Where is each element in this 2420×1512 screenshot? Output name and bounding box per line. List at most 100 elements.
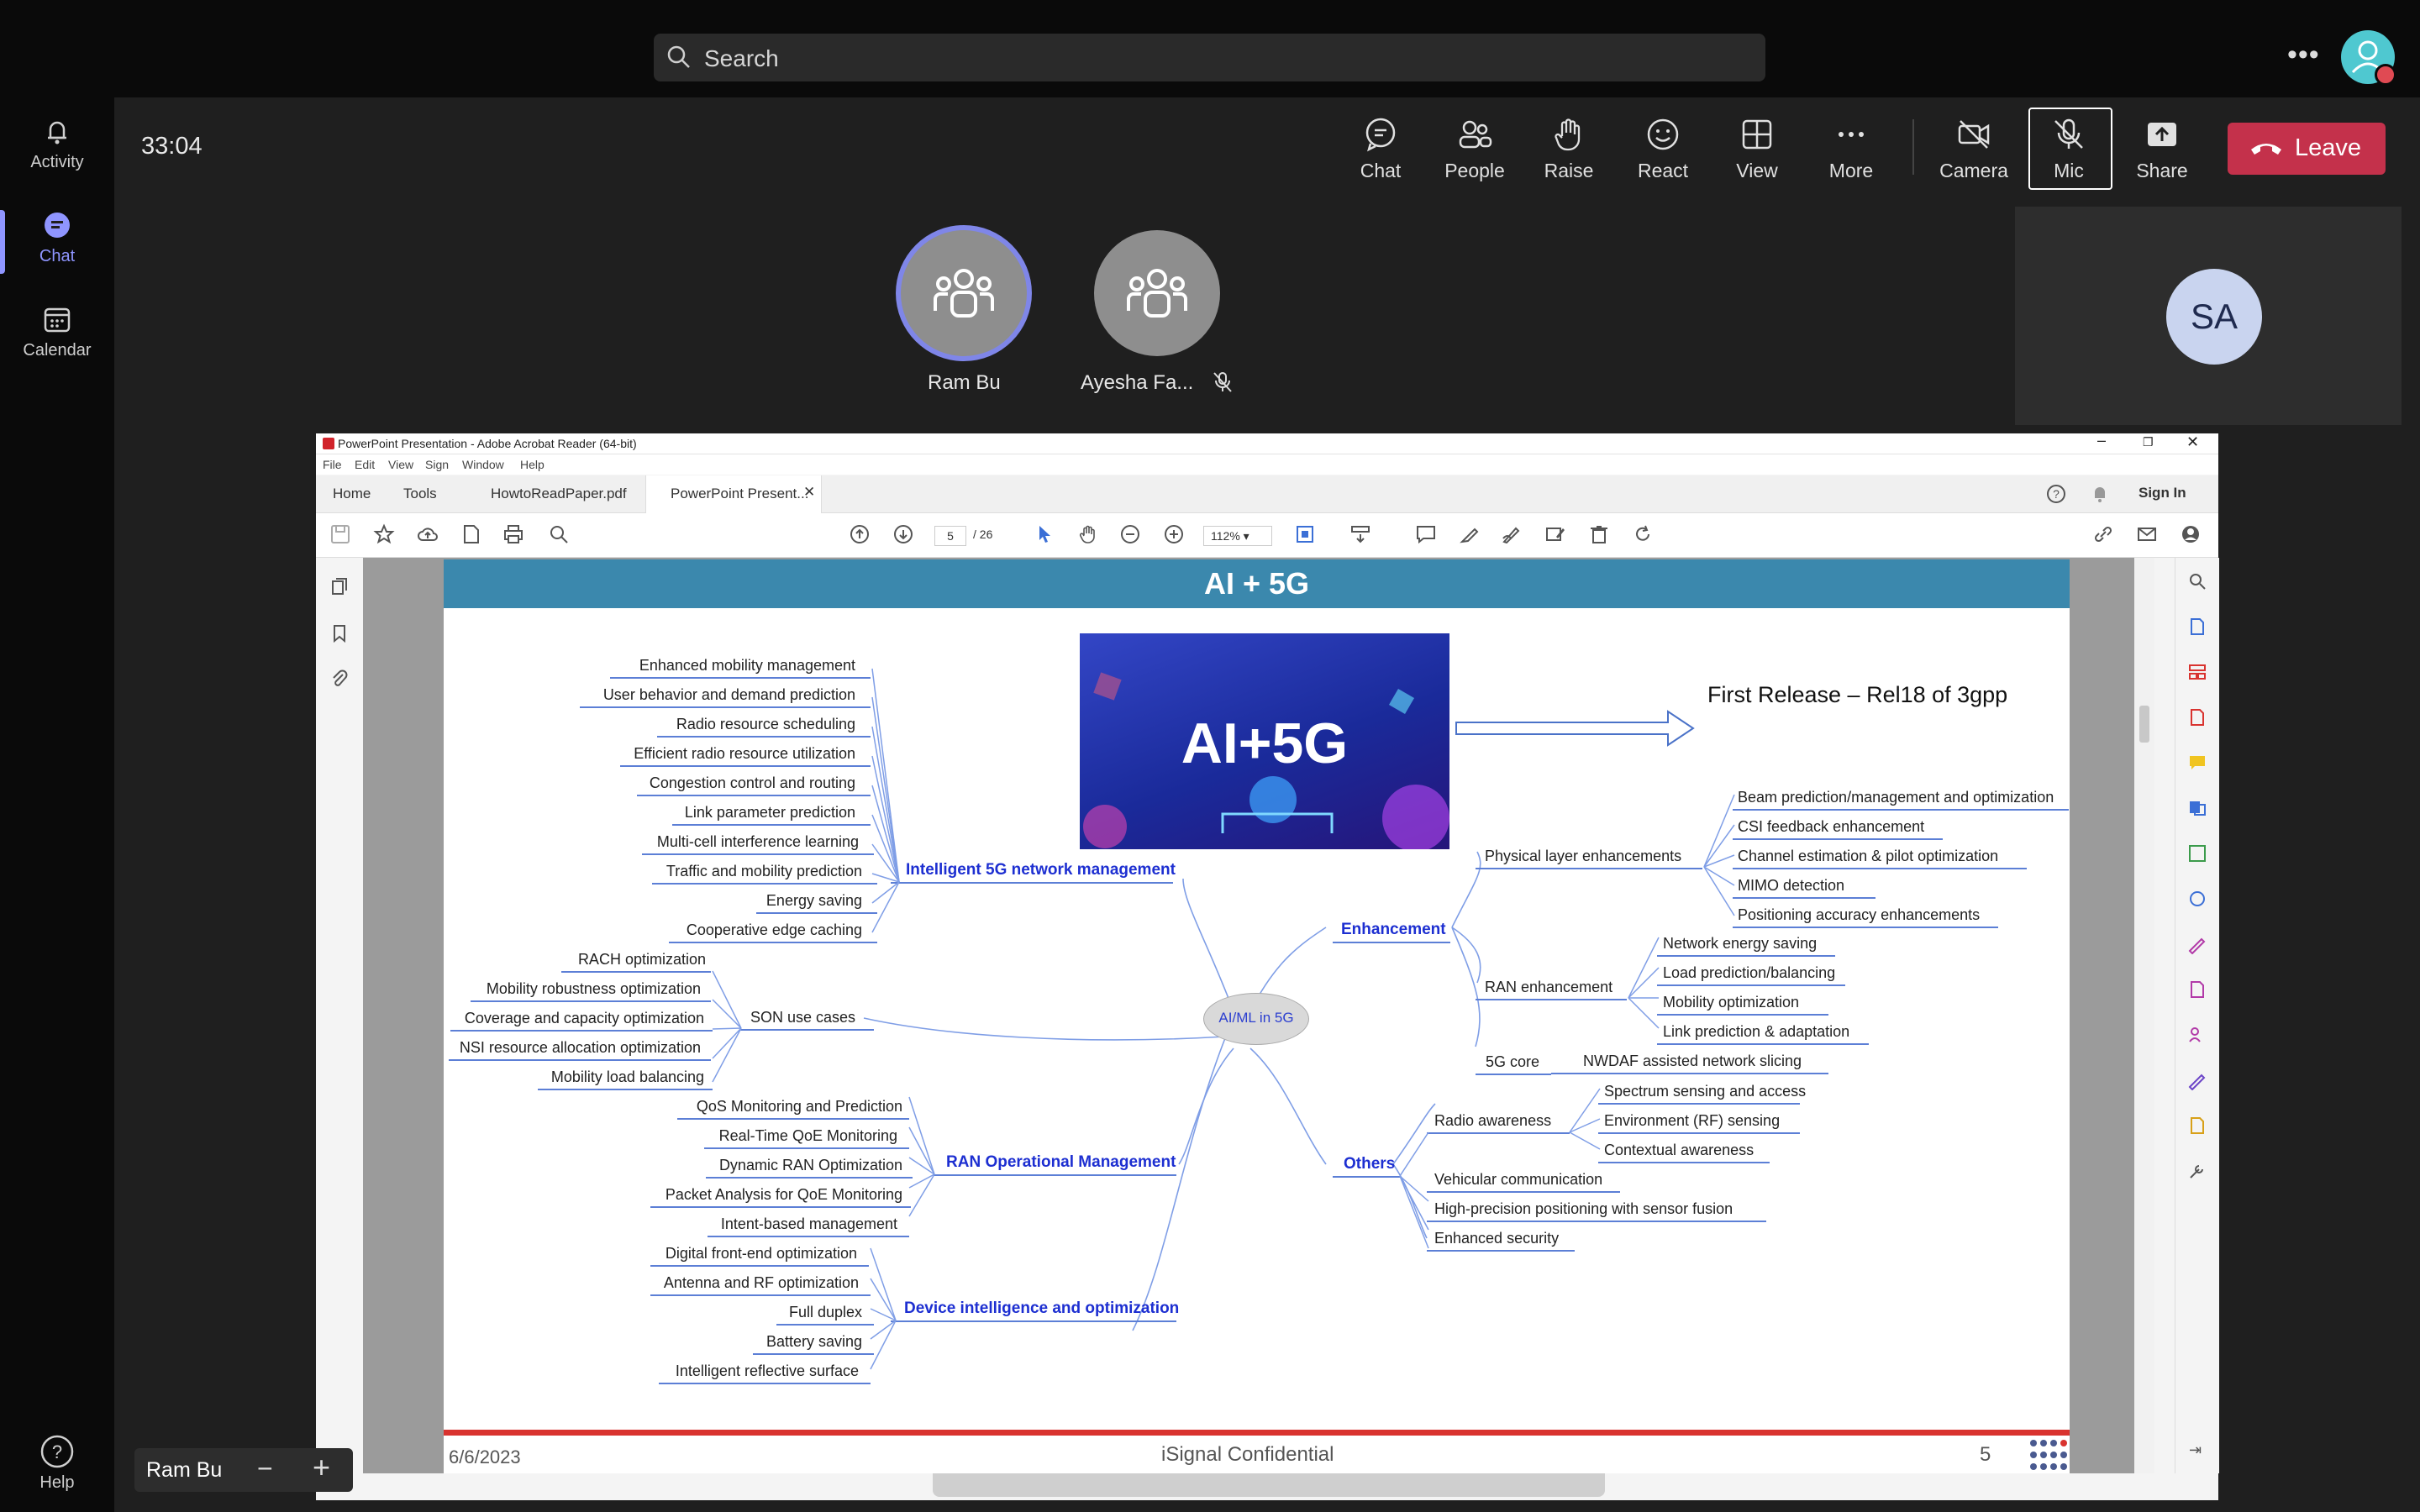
create-pdf-icon[interactable] [2187, 707, 2207, 727]
request-signature-icon[interactable] [2187, 1025, 2207, 1045]
restore-icon[interactable]: ❐ [2143, 435, 2154, 449]
highlight-pen-icon[interactable] [1459, 523, 1481, 545]
select-cursor-icon[interactable] [1034, 523, 1055, 545]
sign-in-link[interactable]: Sign In [2139, 485, 2186, 501]
attachment-icon[interactable] [329, 669, 350, 689]
hand-tool-icon[interactable] [1077, 523, 1099, 545]
organize-pages-icon[interactable] [2187, 662, 2207, 682]
participant-avatar-ram-bu[interactable] [901, 230, 1027, 356]
item-underline [1733, 927, 1998, 928]
scrollbar-thumb[interactable] [2139, 706, 2149, 743]
more-options-icon[interactable]: ••• [2287, 39, 2320, 71]
menu-view[interactable]: View [388, 458, 413, 471]
raise-hand-button[interactable]: Raise [1528, 111, 1609, 182]
participant-avatar-ayesha[interactable] [1094, 230, 1220, 356]
menu-edit[interactable]: Edit [355, 458, 375, 471]
menu-sign[interactable]: Sign [425, 458, 449, 471]
fan-connector [1399, 1131, 1429, 1249]
react-button[interactable]: React [1623, 111, 1703, 182]
comment-icon[interactable] [1415, 523, 1437, 545]
zoom-in-button[interactable]: + [313, 1450, 330, 1485]
fill-sign-icon[interactable] [2187, 934, 2207, 954]
bookmark-icon[interactable] [329, 623, 350, 643]
camera-button[interactable]: Camera [1933, 111, 2014, 182]
minimize-icon[interactable]: – [2097, 432, 2106, 449]
item-underline [650, 1294, 871, 1296]
item-underline [669, 942, 877, 943]
link-edit-icon[interactable] [2092, 523, 2114, 545]
expand-pane-icon[interactable]: ⇥ [2189, 1441, 2202, 1459]
help-circle-icon[interactable]: ? [2046, 484, 2066, 504]
zoom-out-button[interactable]: − [257, 1453, 273, 1484]
rail-item-chat[interactable]: Chat [0, 208, 114, 266]
device-item: Intelligent reflective surface [675, 1362, 859, 1379]
rail-item-calendar[interactable]: Calendar [0, 302, 114, 360]
stamp-icon[interactable] [2187, 1116, 2207, 1136]
tab-tools[interactable]: Tools [403, 486, 437, 502]
branch-title-son: SON use cases [750, 1009, 856, 1026]
tab-home[interactable]: Home [333, 486, 371, 502]
item-underline [1733, 809, 2069, 811]
delete-icon[interactable] [1588, 523, 1610, 545]
page-total: / 26 [973, 528, 993, 541]
mic-button[interactable]: Mic [2028, 111, 2109, 182]
zoom-search-icon[interactable] [548, 523, 570, 545]
sign-pen-icon[interactable] [2187, 1070, 2207, 1090]
people-button[interactable]: People [1434, 111, 1515, 182]
menu-help[interactable]: Help [520, 458, 544, 471]
vertical-scrollbar[interactable] [2134, 558, 2154, 1473]
rail-item-activity[interactable]: Activity [0, 114, 114, 172]
view-button[interactable]: View [1717, 111, 1797, 182]
close-icon[interactable]: ✕ [2186, 433, 2199, 451]
mail-icon[interactable] [2136, 523, 2158, 545]
zoom-in-icon[interactable] [1163, 523, 1185, 545]
physical-item: Channel estimation & pilot optimization [1738, 848, 1999, 864]
menu-window[interactable]: Window [462, 458, 504, 471]
pages-icon[interactable] [329, 576, 350, 596]
rail-item-help[interactable]: ? Help [0, 1433, 114, 1493]
save-icon[interactable] [329, 523, 351, 545]
tab-powerpoint[interactable]: PowerPoint Present... [671, 486, 808, 502]
bell-icon[interactable] [2091, 484, 2109, 504]
zoom-out-icon[interactable] [1119, 523, 1141, 545]
share-button[interactable]: Share [2122, 111, 2202, 182]
presenter-toolbar[interactable] [933, 1473, 1605, 1497]
user-avatar[interactable] [2341, 30, 2396, 86]
cloud-upload-icon[interactable] [417, 523, 439, 545]
intelligent-item: Cooperative edge caching [686, 921, 862, 938]
search-box[interactable]: Search [654, 34, 1765, 81]
comment-tool-icon[interactable] [2187, 753, 2207, 773]
rotate-icon[interactable] [1632, 523, 1654, 545]
prev-page-icon[interactable] [849, 523, 871, 545]
page-number-input[interactable]: 5 [934, 526, 966, 546]
radio-item: Contextual awareness [1604, 1142, 1754, 1158]
leave-button[interactable]: Leave [2228, 123, 2386, 175]
combine-files-icon[interactable] [2187, 798, 2207, 818]
son-item: Coverage and capacity optimization [464, 1010, 704, 1026]
protect-icon[interactable] [2187, 979, 2207, 1000]
document-icon[interactable] [460, 523, 482, 545]
chat-button[interactable]: Chat [1340, 111, 1421, 182]
draw-icon[interactable] [1501, 523, 1523, 545]
edit-text-icon[interactable] [1544, 523, 1566, 545]
edit-pdf-icon[interactable] [2187, 843, 2207, 864]
next-page-icon[interactable] [892, 523, 914, 545]
scroll-mode-icon[interactable] [1349, 523, 1371, 545]
item-underline [1657, 1043, 1869, 1045]
more-button[interactable]: More [1811, 111, 1891, 182]
tab-howtoreadpaper[interactable]: HowtoReadPaper.pdf [491, 486, 627, 502]
print-icon[interactable] [502, 523, 524, 545]
more-tools-icon[interactable] [2187, 1161, 2207, 1181]
menu-file[interactable]: File [323, 458, 342, 471]
intelligent-item: Congestion control and routing [649, 774, 855, 791]
tab-close-icon[interactable]: ✕ [803, 484, 815, 501]
zoom-select[interactable]: 112% ▾ [1203, 526, 1272, 546]
share-person-icon[interactable] [2180, 523, 2202, 545]
star-icon[interactable] [373, 523, 395, 545]
export-pdf-icon[interactable] [2187, 617, 2207, 637]
search-placeholder: Search [704, 45, 779, 71]
rail-label-activity: Activity [30, 153, 84, 171]
scan-icon[interactable] [2187, 889, 2207, 909]
fit-page-icon[interactable] [1294, 523, 1316, 545]
zoom-search-icon[interactable] [2187, 571, 2207, 591]
